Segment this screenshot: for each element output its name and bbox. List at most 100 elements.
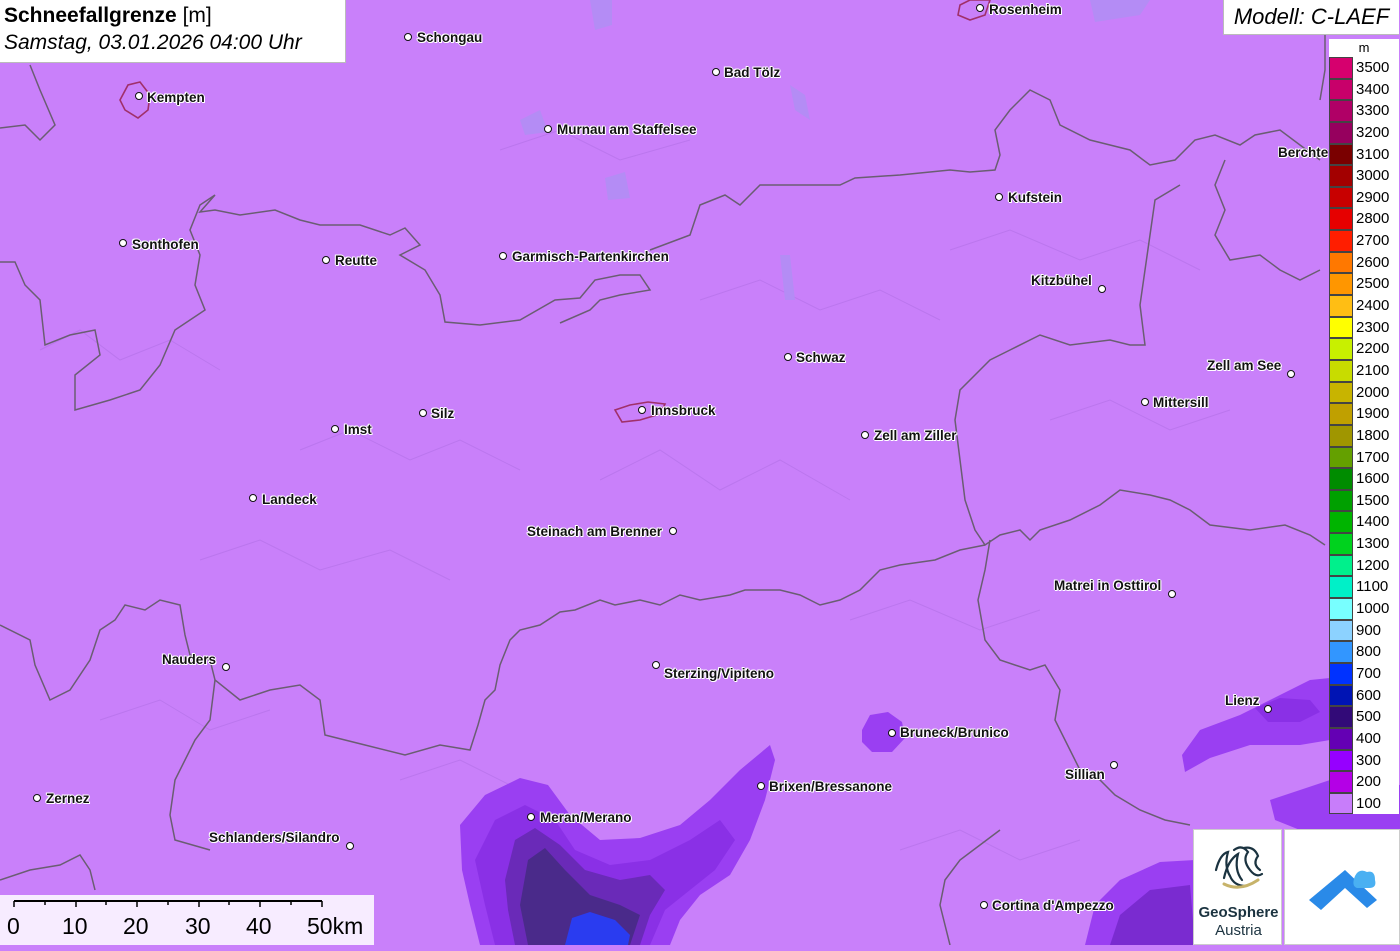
legend-swatch [1329,662,1353,685]
legend-label: 2000 [1353,381,1399,404]
geosphere-logo[interactable]: GeoSphere Austria [1193,829,1282,945]
legend-swatch [1329,165,1353,187]
legend-entry: 800 [1329,641,1399,663]
legend-swatch [1329,78,1353,101]
legend-swatch [1329,208,1353,231]
legend-label: 1800 [1353,424,1399,447]
legend-swatch [1329,511,1353,534]
legend-entry: 400 [1329,727,1399,750]
legend-label: 3500 [1353,57,1399,79]
legend-label: 600 [1353,684,1399,707]
legend-swatch [1329,792,1353,815]
legend-entry: 2700 [1329,230,1399,252]
legend-swatch [1329,381,1353,404]
legend-swatch [1329,576,1353,599]
legend-entry: 3100 [1329,143,1399,166]
legend-label: 3200 [1353,121,1399,144]
weather-app-logo[interactable] [1284,829,1400,945]
legend-entry: 3500 [1329,57,1399,79]
legend-swatch [1329,619,1353,642]
scale-label-30: 30 [185,913,211,939]
map-title-box: Schneefallgrenze [m] Samstag, 03.01.2026… [0,0,346,63]
snowfall-limit-map[interactable] [0,0,1400,945]
legend-swatch [1329,533,1353,555]
legend-label: 1900 [1353,403,1399,425]
legend-label: 2900 [1353,186,1399,209]
legend-swatch [1329,424,1353,447]
legend-swatch [1329,57,1353,79]
legend-swatch [1329,554,1353,577]
legend-swatch [1329,403,1353,425]
legend-swatch [1329,468,1353,490]
scale-label-0: 0 [7,913,20,939]
legend-swatch [1329,749,1353,772]
legend-swatch [1329,359,1353,382]
legend-entry: 2900 [1329,186,1399,209]
legend-label: 2800 [1353,208,1399,231]
map-title: Schneefallgrenze [m] [4,3,341,29]
map-datetime: Samstag, 03.01.2026 04:00 Uhr [4,31,302,54]
legend-label: 900 [1353,619,1399,642]
legend-entry: 2800 [1329,208,1399,231]
scale-label-40: 40 [246,913,272,939]
legend-label: 3400 [1353,78,1399,101]
legend-label: 2700 [1353,230,1399,252]
legend-swatch [1329,100,1353,122]
legend-label: 2100 [1353,359,1399,382]
legend-entry: 2600 [1329,251,1399,274]
legend-label: 2600 [1353,251,1399,274]
legend-swatch [1329,316,1353,339]
legend-entry: 2300 [1329,316,1399,339]
color-legend: m 3500 3400 3300 3200 3100 3000 2900 2800 2700 26… [1329,39,1399,815]
legend-entry: 900 [1329,619,1399,642]
legend-entry: 1800 [1329,424,1399,447]
legend-entry: 2400 [1329,295,1399,317]
legend-entry: 1200 [1329,554,1399,577]
legend-entry: 3200 [1329,121,1399,144]
legend-label: 3000 [1353,165,1399,187]
legend-entry: 600 [1329,684,1399,707]
legend-swatch [1329,684,1353,707]
legend-entry: 1100 [1329,576,1399,599]
legend-entry: 1300 [1329,533,1399,555]
legend-swatch [1329,706,1353,728]
weather-app-icon [1309,870,1377,910]
legend-entry: 3300 [1329,100,1399,122]
legend-swatch [1329,446,1353,469]
legend-label: 2200 [1353,338,1399,360]
legend-entry: 100 [1329,792,1399,815]
map-title-unit: [m] [182,4,212,27]
scale-label-10: 10 [62,913,88,939]
legend-label: 400 [1353,727,1399,750]
legend-label: 3100 [1353,143,1399,166]
model-label: Modell: C-LAEF [1223,0,1399,35]
legend-label: 2500 [1353,273,1399,296]
legend-entry: 500 [1329,706,1399,728]
legend-swatch [1329,598,1353,620]
legend-label: 1100 [1353,576,1399,599]
legend-entry: 2500 [1329,273,1399,296]
legend-entry: 1400 [1329,511,1399,534]
legend-entry: 2200 [1329,338,1399,360]
legend-unit: m [1329,39,1399,57]
legend-label: 2400 [1353,295,1399,317]
legend-label: 2300 [1353,316,1399,339]
legend-swatch [1329,186,1353,209]
legend-swatch [1329,121,1353,144]
legend-label: 200 [1353,771,1399,793]
legend-swatch [1329,251,1353,274]
legend-entries: 3500 3400 3300 3200 3100 3000 2900 2800 2700 2600… [1329,57,1399,815]
legend-entry: 1000 [1329,598,1399,620]
legend-entry: 200 [1329,771,1399,793]
legend-swatch [1329,489,1353,512]
legend-label: 3300 [1353,100,1399,122]
legend-label: 1500 [1353,489,1399,512]
legend-label: 700 [1353,662,1399,685]
legend-label: 100 [1353,792,1399,815]
legend-label: 1600 [1353,468,1399,490]
scale-label-50km: 50km [307,913,364,939]
geosphere-name: GeoSphere [1198,904,1279,921]
legend-swatch [1329,143,1353,166]
legend-entry: 3000 [1329,165,1399,187]
geosphere-subname: Austria [1215,922,1262,939]
